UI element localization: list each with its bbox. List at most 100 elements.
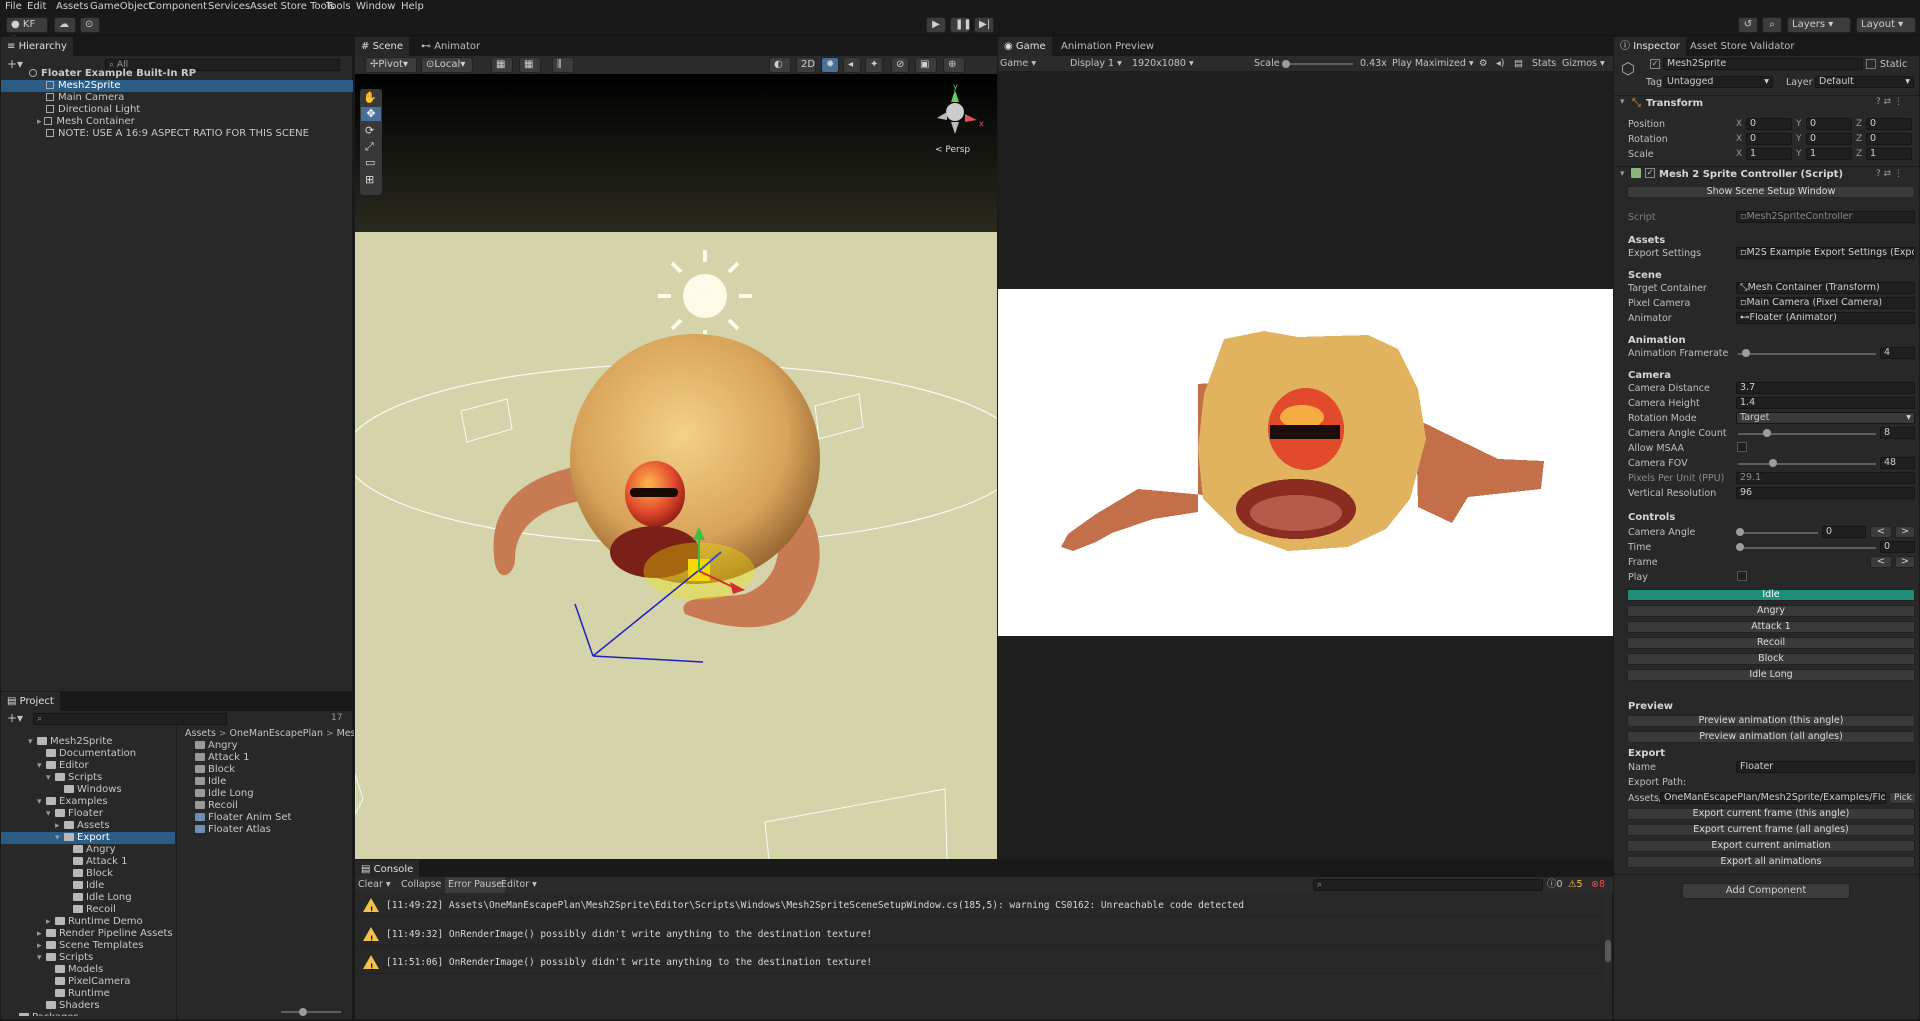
project-search-input[interactable]: ⌕ [33, 713, 227, 725]
angle-count-slider-knob[interactable] [1763, 429, 1771, 437]
menu-component[interactable]: Component [149, 1, 207, 12]
animation-button-block[interactable]: Block [1627, 653, 1915, 665]
preview-this-angle-button[interactable]: Preview animation (this angle) [1627, 715, 1915, 727]
project-folder-item[interactable]: ▸ Runtime Demo [1, 916, 175, 928]
export-frame-this-angle-button[interactable]: Export current frame (this angle) [1627, 808, 1915, 820]
hierarchy-item-mesh2sprite[interactable]: Mesh2Sprite [1, 80, 353, 92]
lighting-icon[interactable]: ✹ [821, 57, 839, 73]
export-frame-all-angles-button[interactable]: Export current frame (all angles) [1627, 824, 1915, 836]
expand-arrow-icon[interactable]: ▾ [28, 736, 37, 748]
console-row[interactable]: [11:51:06] OnRenderImage() possibly didn… [355, 951, 1603, 980]
pause-button[interactable]: ❚❚ [950, 17, 972, 33]
menu-window[interactable]: Window [356, 1, 395, 12]
tab-inspector[interactable]: ⓘ Inspector [1614, 37, 1686, 56]
pixel-camera-field[interactable]: ▫Main Camera (Pixel Camera) [1736, 297, 1915, 309]
project-folder-item[interactable]: Windows [1, 784, 175, 796]
play-button[interactable]: ▶ [926, 17, 946, 33]
fov-slider-knob[interactable] [1769, 459, 1777, 467]
animation-button-attack-1[interactable]: Attack 1 [1627, 621, 1915, 633]
rotation-mode-dropdown[interactable]: Target ▾ [1736, 412, 1915, 424]
tab-hierarchy[interactable]: ≡ Hierarchy [1, 37, 73, 56]
animation-button-idle[interactable]: Idle [1627, 589, 1915, 601]
frame-prev-button[interactable]: < [1870, 556, 1892, 568]
project-folder-item[interactable]: ▾ Scripts [1, 772, 175, 784]
vertical-resolution-field[interactable]: 96 [1736, 487, 1915, 499]
framerate-slider[interactable] [1738, 353, 1876, 355]
tab-project[interactable]: ▤ Project [1, 692, 60, 711]
local-dropdown[interactable]: ⊙Local▾ [421, 57, 473, 73]
project-file-item[interactable]: Attack 1 [195, 752, 249, 764]
scale-slider[interactable] [1283, 63, 1353, 65]
project-folder-item[interactable]: Idle [1, 880, 175, 892]
gizmos-icon[interactable]: ⊕ [943, 57, 965, 73]
move-tool-icon[interactable]: ✥ [361, 107, 381, 121]
info-count[interactable]: ⓘ0 [1547, 877, 1563, 893]
collab-icon[interactable]: ⊙ [80, 17, 100, 33]
scene-viewport[interactable] [355, 74, 998, 860]
project-file-item[interactable]: Floater Atlas [195, 824, 271, 836]
menu-gameobject[interactable]: GameObject [90, 1, 152, 12]
preview-all-angles-button[interactable]: Preview animation (all angles) [1627, 731, 1915, 743]
camera-angle-slider-knob[interactable] [1736, 528, 1744, 536]
component-menu-icons[interactable]: ? ⇄ ⋮ [1876, 169, 1903, 179]
hierarchy-item-note[interactable]: NOTE: USE A 16:9 ASPECT RATIO FOR THIS S… [46, 128, 309, 140]
zoom-slider[interactable] [281, 1011, 341, 1013]
scene-orientation-gizmo[interactable]: y x [925, 82, 985, 142]
console-scrollbar[interactable] [1604, 896, 1612, 986]
target-container-field[interactable]: ⤡Mesh Container (Transform) [1736, 282, 1915, 294]
menu-assets[interactable]: Assets [56, 1, 89, 12]
menu-file[interactable]: File [5, 1, 22, 12]
effects-icon[interactable]: ✦ [865, 57, 883, 73]
cloud-icon[interactable]: ☁ [54, 17, 76, 33]
hand-tool-icon[interactable]: ✋ [363, 91, 377, 104]
fov-slider[interactable] [1738, 463, 1876, 465]
project-file-item[interactable]: Block [195, 764, 235, 776]
expand-arrow-icon[interactable]: ▾ [46, 808, 55, 820]
menu-edit[interactable]: Edit [27, 1, 46, 12]
project-folder-item[interactable]: Packages [1, 1012, 175, 1016]
framerate-value[interactable]: 4 [1880, 347, 1915, 359]
clear-button[interactable]: Clear ▾ [358, 877, 391, 893]
transform-y-field[interactable]: 1 [1806, 148, 1852, 160]
project-folder-item[interactable]: ▾ Export [1, 832, 175, 844]
project-file-item[interactable]: Recoil [195, 800, 238, 812]
tab-asset-store-validator[interactable]: Asset Store Validator [1684, 37, 1801, 56]
gizmos-toggle[interactable]: Gizmos ▾ [1562, 56, 1605, 71]
camera-distance-field[interactable]: 3.7 [1736, 382, 1915, 394]
angle-prev-button[interactable]: < [1870, 526, 1892, 538]
persp-label[interactable]: < Persp [935, 145, 970, 155]
expand-arrow-icon[interactable]: ▸ [37, 940, 46, 952]
expand-arrow-icon[interactable]: ▾ [46, 772, 55, 784]
pivot-dropdown[interactable]: ✢Pivot▾ [365, 57, 417, 73]
framerate-slider-knob[interactable] [1742, 349, 1750, 357]
expand-arrow-icon[interactable]: ▸ [46, 916, 55, 928]
rotate-tool-icon[interactable]: ⟳ [365, 124, 374, 137]
menu-asset-store-tools[interactable]: Asset Store Tools [250, 1, 335, 12]
angle-next-button[interactable]: > [1895, 526, 1915, 538]
stats-button[interactable]: Stats [1532, 56, 1556, 71]
project-folder-item[interactable]: Idle Long [1, 892, 175, 904]
time-slider-knob[interactable] [1736, 543, 1744, 551]
foldout-arrow-icon[interactable]: ▾ [1620, 97, 1625, 107]
angle-count-value[interactable]: 8 [1880, 427, 1915, 439]
allow-msaa-checkbox[interactable] [1737, 442, 1747, 452]
tab-scene[interactable]: # Scene [355, 37, 410, 56]
hidden-objects-icon[interactable]: ⊘ [891, 57, 909, 73]
breadcrumb-assets[interactable]: Assets [185, 728, 216, 739]
game-mode-dropdown[interactable]: Game ▾ [1000, 56, 1036, 71]
project-folder-item[interactable]: Documentation [1, 748, 175, 760]
animation-button-idle-long[interactable]: Idle Long [1627, 669, 1915, 681]
camera-height-field[interactable]: 1.4 [1736, 397, 1915, 409]
toggle-2d-button[interactable]: 2D [796, 57, 816, 73]
project-folder-item[interactable]: Runtime [1, 988, 175, 1000]
time-slider[interactable] [1738, 547, 1876, 549]
layout-dropdown[interactable]: Layout ▾ [1856, 17, 1916, 33]
shortcuts-icon[interactable]: ▤ [1514, 56, 1523, 71]
rect-tool-icon[interactable]: ▭ [365, 156, 375, 169]
script-header[interactable]: Mesh 2 Sprite Controller (Script) [1659, 169, 1843, 180]
warning-count[interactable]: ⚠5 [1568, 877, 1583, 893]
project-folder-item[interactable]: Block [1, 868, 175, 880]
transform-z-field[interactable]: 0 [1866, 133, 1912, 145]
frame-next-button[interactable]: > [1895, 556, 1915, 568]
project-folder-item[interactable]: Shaders [1, 1000, 175, 1012]
